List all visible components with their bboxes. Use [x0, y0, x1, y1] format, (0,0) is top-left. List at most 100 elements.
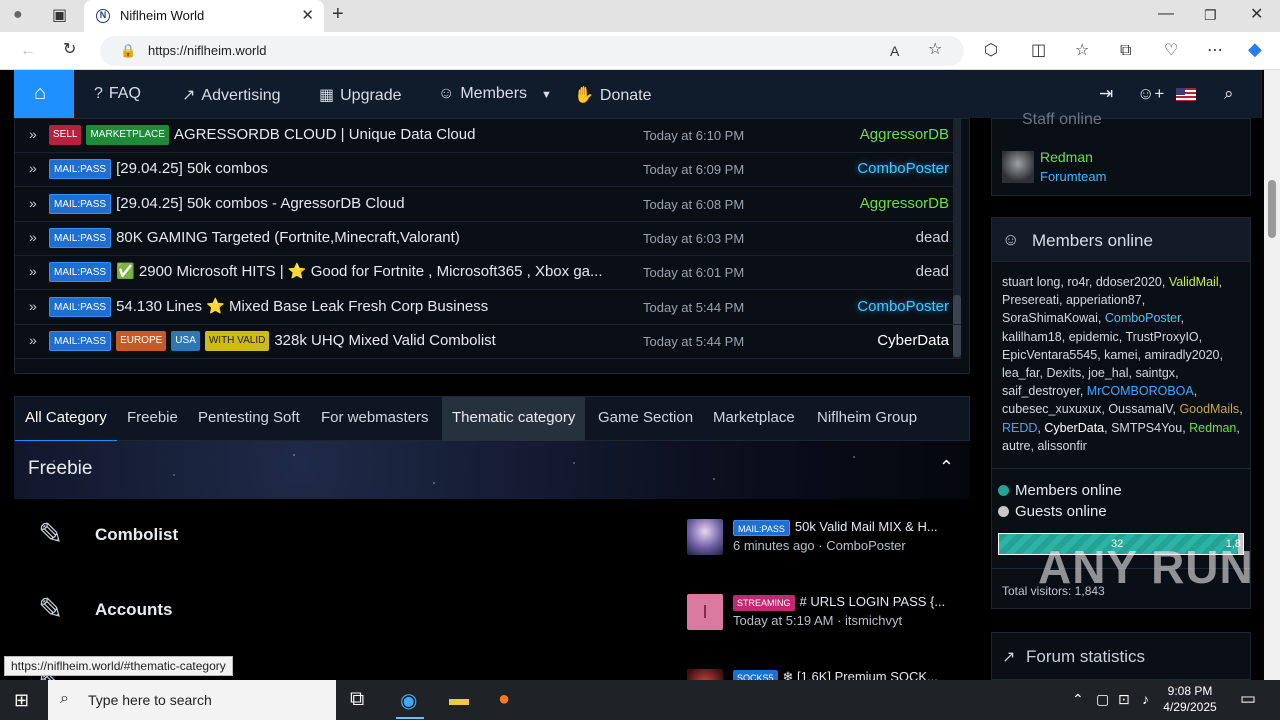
online-member-name[interactable]: Presereati	[1002, 293, 1059, 307]
latest-poster-avatar[interactable]	[687, 669, 723, 680]
online-member-name[interactable]: Redman	[1189, 421, 1236, 435]
forum-name[interactable]: Combolist	[95, 525, 178, 545]
online-member-name[interactable]: kalilham18	[1002, 330, 1062, 344]
thread-prefix-tag[interactable]: SELL	[49, 125, 82, 145]
login-icon[interactable]: ⇥	[1099, 84, 1113, 104]
thread-author[interactable]: CyberData	[877, 332, 949, 349]
notifications-icon[interactable]: ▭	[1240, 689, 1256, 709]
tab-for-webmasters[interactable]: For webmasters	[311, 397, 439, 442]
task-view-icon[interactable]: ⧉	[350, 688, 364, 711]
address-bar[interactable]: 🔒 https://niflheim.world A ☆	[100, 36, 964, 66]
windows-start-icon[interactable]: ⊞	[14, 690, 29, 711]
thread-title[interactable]: AGRESSORDB CLOUD | Unique Data Cloud	[174, 126, 476, 143]
edge-app-icon[interactable]: ◉	[395, 688, 425, 719]
online-member-name[interactable]: CyberData	[1044, 421, 1104, 435]
thread-row[interactable]: » MAIL:PASS EUROPE USA WITH VALID 328k UHQ Mi…	[15, 325, 961, 359]
collapse-chevron-up-icon[interactable]: ⌃	[939, 457, 954, 478]
more-menu-icon[interactable]: ⋯	[1207, 43, 1223, 59]
thread-prefix-tag[interactable]: USA	[171, 330, 200, 351]
register-icon[interactable]: ☺+	[1137, 84, 1164, 104]
latest-thread-link[interactable]: MAIL:PASS 50k Valid Mail MIX & H...	[733, 519, 953, 536]
restore-icon[interactable]: ❐	[1204, 7, 1217, 23]
volume-icon[interactable]: ♪	[1142, 691, 1149, 707]
online-member-name[interactable]: ro4r	[1067, 275, 1089, 289]
nav-upgrade[interactable]: ▦ Upgrade	[319, 85, 402, 105]
thread-prefix-tag[interactable]: WITH VALID	[204, 330, 270, 351]
online-member-name[interactable]: ddoser2020	[1096, 275, 1162, 289]
copilot-icon[interactable]: ◆	[1248, 40, 1262, 58]
thread-title[interactable]: 54.130 Lines ⭐ Mixed Base Leak Fresh Cor…	[116, 298, 488, 315]
online-member-name[interactable]: amiradly2020	[1144, 348, 1219, 362]
favorites-icon[interactable]: ☆	[1075, 43, 1089, 59]
thread-prefix-tag[interactable]: MAIL:PASS	[49, 296, 112, 317]
url-text[interactable]: https://niflheim.world	[148, 43, 267, 58]
online-member-name[interactable]: saif_destroyer	[1002, 384, 1080, 398]
close-window-icon[interactable]: ✕	[1250, 7, 1263, 23]
thread-prefix-tag[interactable]: MAIL:PASS	[49, 330, 112, 351]
tab-pentesting-soft[interactable]: Pentesting Soft	[188, 397, 310, 442]
online-member-name[interactable]: autre	[1002, 439, 1031, 453]
online-member-name[interactable]: kamei	[1104, 348, 1137, 362]
forum-name[interactable]: Accounts	[95, 600, 172, 620]
thread-title-line[interactable]: MAIL:PASS 80K GAMING Targeted (Fortnite,M…	[49, 227, 645, 248]
latest-poster-avatar[interactable]: I	[687, 594, 723, 630]
split-screen-icon[interactable]: ◫	[1031, 43, 1046, 59]
search-icon[interactable]: ⌕	[1224, 84, 1234, 104]
latest-thread-link[interactable]: STREAMING # URLS LOGIN PASS {...	[733, 594, 953, 611]
tray-chevron-up-icon[interactable]: ⌃	[1072, 691, 1084, 708]
staff-name[interactable]: Redman	[1040, 149, 1093, 165]
online-member-name[interactable]: SoraShimaKowai	[1002, 311, 1098, 325]
taskbar-search-placeholder[interactable]: Type here to search	[88, 692, 212, 708]
favorite-star-icon[interactable]: ☆	[928, 42, 942, 58]
latest-thread-link[interactable]: SOCKS5 ❄ [1.6K] Premium SOCK...	[733, 669, 953, 680]
lock-icon[interactable]: 🔒	[120, 43, 136, 59]
online-member-name[interactable]: cubesec_xuxuxux	[1002, 402, 1101, 416]
us-flag-icon[interactable]	[1176, 88, 1196, 101]
back-icon[interactable]: ←	[20, 43, 36, 59]
online-member-name[interactable]: ValidMail	[1169, 275, 1219, 289]
tab-all-category[interactable]: All Category	[15, 397, 117, 442]
online-member-name[interactable]: SMTPS4You	[1111, 421, 1182, 435]
latest-thread-title[interactable]: ❄ [1.6K] Premium SOCK...	[783, 669, 938, 680]
online-member-name[interactable]: joe_hal	[1088, 366, 1128, 380]
thread-row[interactable]: » MAIL:PASS 80K GAMING Targeted (Fortnite,…	[15, 222, 961, 256]
online-member-name[interactable]: lea_far	[1002, 366, 1040, 380]
tab-niflheim-group[interactable]: Niflheim Group	[807, 397, 927, 442]
thread-title-line[interactable]: MAIL:PASS ✅ 2900 Microsoft HITS | ⭐ Good …	[49, 262, 645, 283]
thread-author[interactable]: AggressorDB	[860, 126, 949, 143]
thread-author[interactable]: dead	[916, 229, 949, 246]
thread-row[interactable]: » MAIL:PASS ✅ 2900 Microsoft HITS | ⭐ Good…	[15, 256, 961, 291]
thread-title[interactable]: 328k UHQ Mixed Valid Combolist	[274, 332, 495, 349]
online-member-name[interactable]: TrustProxyIO	[1125, 330, 1198, 344]
thread-title[interactable]: ✅ 2900 Microsoft HITS | ⭐ Good for Fortn…	[116, 263, 602, 280]
tab-thematic-category[interactable]: Thematic category	[442, 397, 586, 442]
thread-title[interactable]: 80K GAMING Targeted (Fortnite,Minecraft,…	[116, 229, 460, 246]
firefox-icon[interactable]: ●	[498, 688, 510, 711]
home-button[interactable]: ⌂	[14, 70, 74, 118]
online-member-name[interactable]: ComboPoster	[1105, 311, 1181, 325]
online-member-name[interactable]: EpicVentara5545	[1002, 348, 1097, 362]
thread-title[interactable]: [29.04.25] 50k combos - AgressorDB Cloud	[116, 195, 405, 212]
browser-essentials-icon[interactable]: ♡	[1164, 43, 1178, 59]
forum-node-combolist[interactable]: ✎ Combolist MAIL:PASS 50k Valid Mail MIX …	[14, 499, 970, 574]
staff-avatar[interactable]	[1002, 151, 1034, 183]
collections-icon[interactable]: ⧉	[1120, 43, 1131, 59]
thread-title-line[interactable]: MAIL:PASS EUROPE USA WITH VALID 328k UHQ Mix…	[49, 330, 645, 351]
thread-author[interactable]: AggressorDB	[860, 195, 949, 212]
close-tab-icon[interactable]: ✕	[301, 6, 314, 24]
extensions-icon[interactable]: ⬡	[984, 43, 998, 59]
online-member-name[interactable]: stuart long	[1002, 275, 1060, 289]
page-scrollbar[interactable]	[1264, 70, 1280, 680]
nav-advertising[interactable]: ↗ Advertising	[182, 85, 281, 105]
tab-actions-icon[interactable]: ▣	[52, 8, 67, 24]
nav-donate[interactable]: ✋ Donate	[574, 85, 652, 105]
read-aloud-icon[interactable]: A	[890, 43, 899, 59]
thread-prefix-tag[interactable]: MAIL:PASS	[49, 159, 112, 180]
thread-prefix-tag[interactable]: MAIL:PASS	[49, 193, 112, 214]
thread-author[interactable]: ComboPoster	[857, 160, 949, 177]
thread-row[interactable]: » SELL MARKETPLACE AGRESSORDB CLOUD | Uniqu…	[15, 119, 961, 153]
thread-prefix-tag[interactable]: MAIL:PASS	[49, 262, 112, 283]
online-member-name[interactable]: epidemic	[1069, 330, 1119, 344]
thread-prefix-tag[interactable]: MARKETPLACE	[86, 125, 169, 145]
latest-thread-title[interactable]: 50k Valid Mail MIX & H...	[795, 519, 938, 534]
